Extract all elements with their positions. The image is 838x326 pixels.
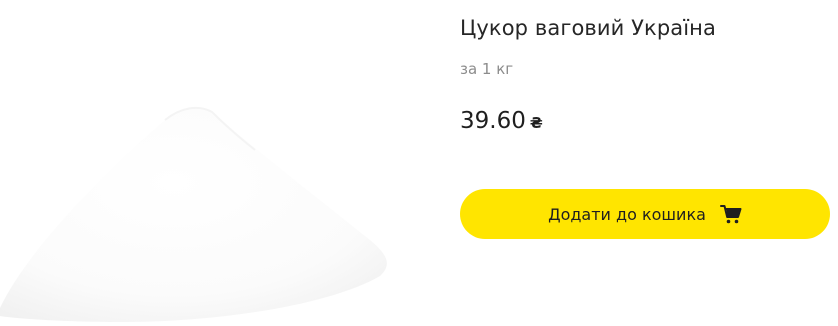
product-title: Цукор ваговий Україна	[460, 16, 716, 40]
product-price: 39.60 ₴	[460, 108, 543, 134]
add-to-cart-label: Додати до кошика	[548, 204, 706, 224]
shopping-cart-icon	[719, 204, 742, 224]
price-amount: 39.60	[460, 108, 526, 134]
add-to-cart-button[interactable]: Додати до кошика	[460, 189, 830, 239]
product-unit: за 1 кг	[460, 60, 514, 78]
sugar-pile-image	[0, 106, 387, 323]
price-currency: ₴	[529, 114, 543, 132]
product-image	[0, 90, 400, 326]
